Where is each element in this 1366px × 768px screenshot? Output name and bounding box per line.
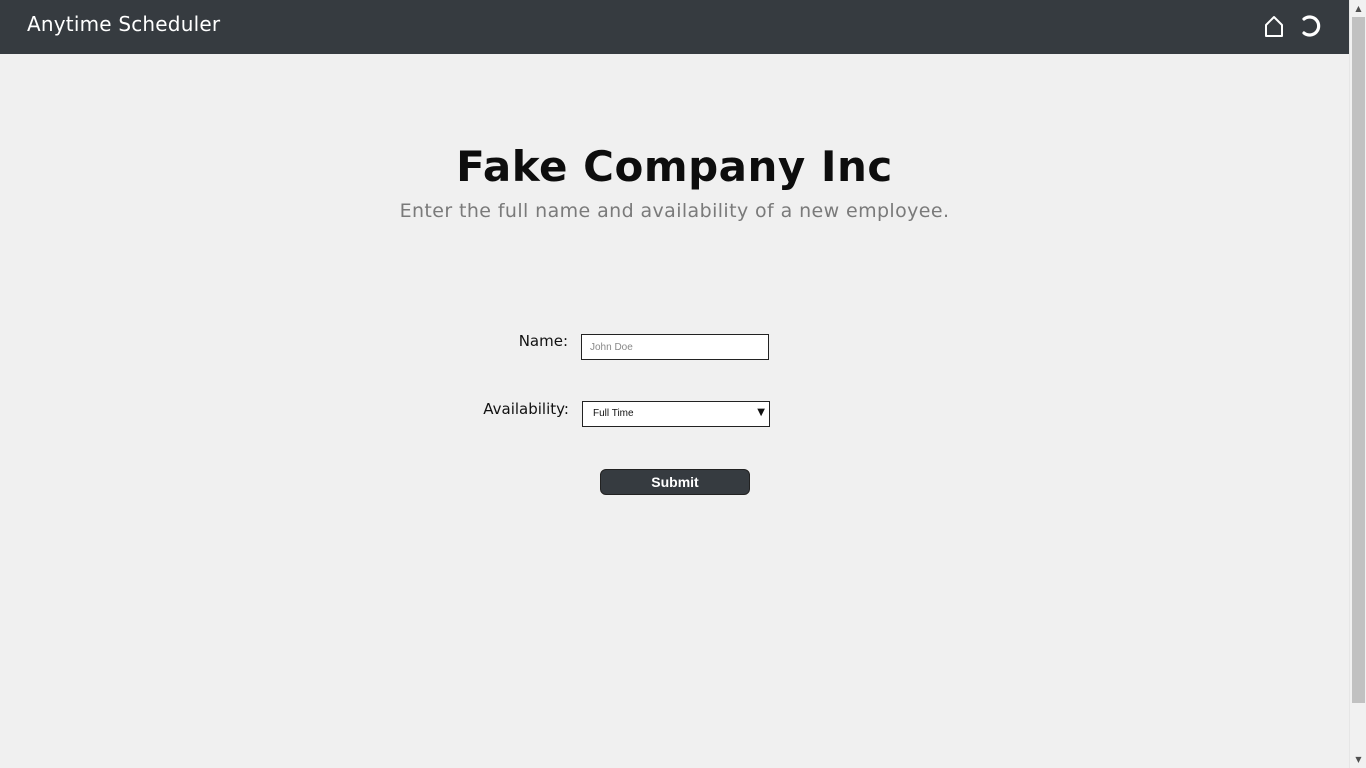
availability-label: Availability:: [483, 400, 569, 418]
submit-button[interactable]: Submit: [600, 469, 750, 495]
chevron-down-icon: ▼: [757, 407, 765, 418]
scroll-thumb[interactable]: [1352, 17, 1365, 703]
name-label: Name:: [518, 332, 568, 350]
availability-selected-value: Full Time: [593, 408, 634, 419]
name-input[interactable]: [581, 334, 769, 360]
vertical-scrollbar[interactable]: ▲ ▼: [1349, 0, 1366, 768]
home-icon[interactable]: [1262, 13, 1286, 39]
page-title: Fake Company Inc: [456, 142, 893, 191]
scroll-down-icon[interactable]: ▼: [1350, 751, 1366, 768]
page-subtitle: Enter the full name and availability of …: [399, 200, 950, 222]
scroll-up-icon[interactable]: ▲: [1350, 0, 1366, 17]
availability-select[interactable]: Full Time ▼: [582, 401, 770, 427]
navbar: Anytime Scheduler: [0, 0, 1349, 54]
brand-title[interactable]: Anytime Scheduler: [27, 12, 220, 36]
logout-icon[interactable]: [1299, 13, 1323, 39]
page: Anytime Scheduler Fake Company Inc Enter…: [0, 0, 1349, 768]
